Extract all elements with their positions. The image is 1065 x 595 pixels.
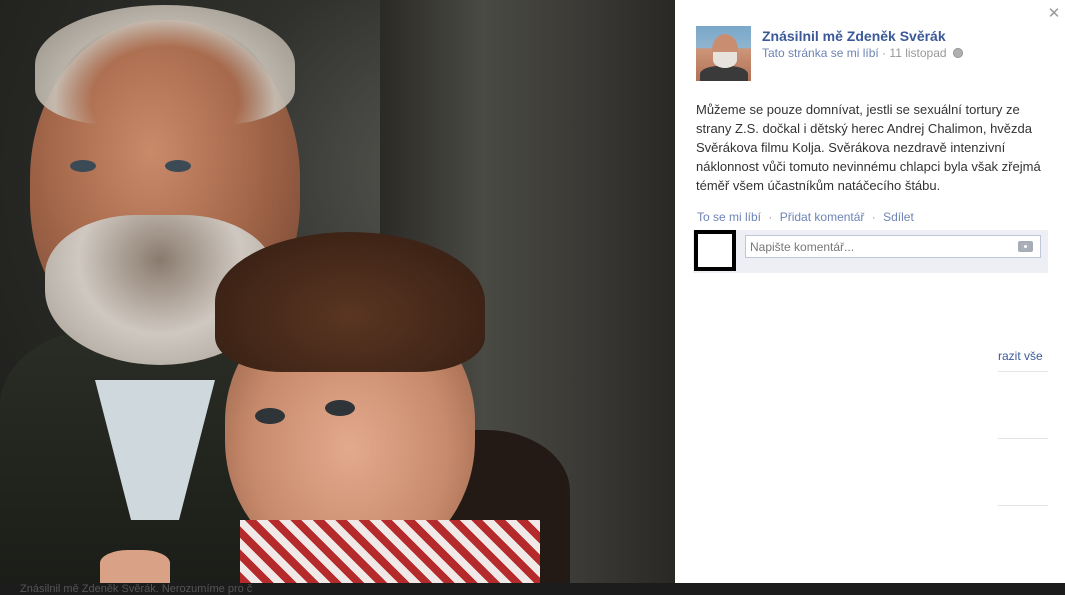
comment-avatar <box>694 230 736 271</box>
post-actions: To se mi líbí · Přidat komentář · Sdílet <box>697 210 914 224</box>
post-meta: Tato stránka se mi líbí · 11 listopad <box>762 46 963 60</box>
globe-icon <box>952 48 963 58</box>
action-separator: · <box>871 210 876 224</box>
page-name-link[interactable]: Znásilnil mě Zdeněk Svěrák <box>762 28 946 44</box>
page-avatar[interactable] <box>696 26 751 81</box>
comment-input[interactable]: Napište komentář... <box>745 235 1041 258</box>
close-icon[interactable]: ✕ <box>1047 6 1061 21</box>
photo-man-hair <box>35 5 295 125</box>
post-side-panel: ✕ Znásilnil mě Zdeněk Svěrák Tato stránk… <box>675 0 1065 583</box>
comment-placeholder: Napište komentář... <box>750 240 855 254</box>
page-avatar-body <box>700 66 748 81</box>
photo-viewer[interactable] <box>0 0 675 583</box>
divider <box>998 371 1048 372</box>
camera-icon[interactable] <box>1018 241 1033 252</box>
page-like-status[interactable]: Tato stránka se mi líbí <box>762 46 879 60</box>
post-date[interactable]: 11 listopad <box>889 46 946 60</box>
like-link[interactable]: To se mi líbí <box>697 210 761 224</box>
share-link[interactable]: Sdílet <box>883 210 914 224</box>
bottom-strip: Znásilnil mě Zdeněk Svěrák. Nerozumíme p… <box>0 583 1065 595</box>
show-all-link[interactable]: razit vše <box>998 349 1043 363</box>
add-comment-link[interactable]: Přidat komentář <box>780 210 865 224</box>
photo-boy-shirt <box>240 520 540 583</box>
bottom-caption: Znásilnil mě Zdeněk Svěrák. Nerozumíme p… <box>20 583 253 595</box>
action-separator: · <box>768 210 773 224</box>
photo-hand <box>100 550 170 583</box>
page-avatar-beard <box>713 52 737 68</box>
photo-boy-hair <box>215 232 485 372</box>
post-text: Můžeme se pouze domnívat, jestli se sexu… <box>696 102 1041 193</box>
divider <box>998 438 1048 439</box>
meta-separator: · <box>882 46 887 60</box>
photo-boy-eye-right <box>325 400 355 416</box>
photo-boy-eye-left <box>255 408 285 424</box>
photo-man-eye-left <box>70 160 96 172</box>
photo-man-eye-right <box>165 160 191 172</box>
divider <box>998 505 1048 506</box>
